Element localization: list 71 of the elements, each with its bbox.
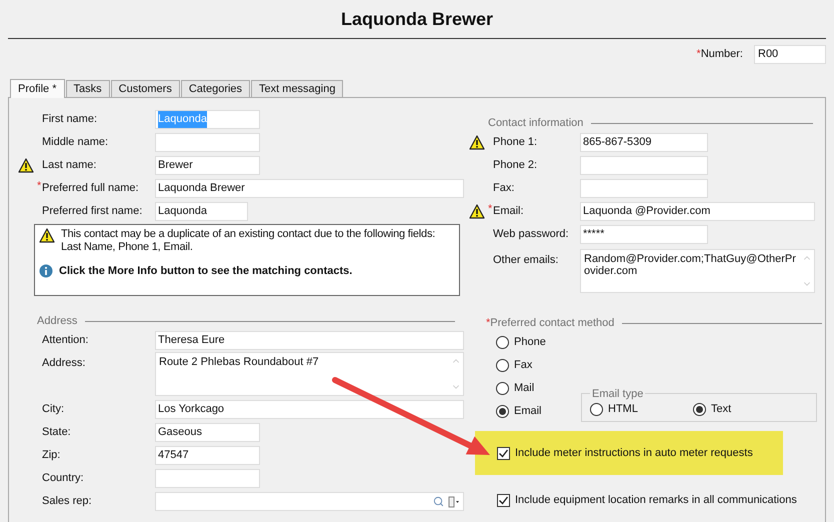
required-mark: * [488, 203, 492, 215]
text-field[interactable]: Laquonda [155, 202, 248, 221]
text-field[interactable]: R00 [754, 45, 826, 64]
checkbox-label: Include meter instructions in auto meter requests [515, 446, 753, 461]
search-icon[interactable] [433, 496, 444, 507]
text-field[interactable] [155, 133, 260, 152]
text-field[interactable]: Brewer [155, 156, 260, 175]
group-title: Email type [591, 386, 644, 402]
field-label: Web password: [493, 228, 569, 240]
text-field[interactable]: Theresa Eure [155, 331, 464, 350]
section-heading: Contact information [488, 116, 584, 131]
tab[interactable]: Categories [180, 80, 250, 97]
field-label: Phone 2: [493, 159, 538, 172]
checkbox-label: Include equipment location remarks in all communications [515, 492, 797, 508]
field-label: Preferred full name: [42, 182, 139, 194]
field-label: Sales rep: [42, 495, 92, 508]
radio-button[interactable] [496, 336, 509, 349]
text-field[interactable] [580, 179, 708, 198]
radio-label: Mail [514, 381, 534, 396]
radio-label: Text [710, 402, 732, 418]
radio-button[interactable] [496, 382, 509, 395]
info-icon [39, 264, 53, 278]
page-title: Laquonda Brewer [340, 8, 494, 31]
required-mark: * [486, 316, 490, 331]
field-label: Country: [42, 472, 84, 484]
required-mark: * [37, 180, 42, 192]
text-field[interactable]: 47547 [155, 446, 260, 465]
required-mark: * [696, 47, 701, 62]
section-heading: Preferred contact method [490, 316, 614, 331]
text-field[interactable]: ***** [580, 225, 708, 244]
text-field[interactable] [155, 469, 260, 488]
field-label: Preferred first name: [42, 205, 142, 218]
checkbox[interactable] [497, 494, 510, 506]
field-label: Attention: [42, 334, 88, 346]
radio-button[interactable] [692, 403, 706, 416]
text-field[interactable]: 865-867-5309 [580, 133, 708, 152]
text-field[interactable]: Laquonda @Provider.com [580, 202, 815, 221]
notice-hint: Click the More Info button to see the matching contacts. [59, 264, 352, 279]
tab[interactable]: Profile * [10, 79, 65, 98]
text-field[interactable]: Laquonda Brewer [155, 179, 464, 198]
radio-label: Phone [514, 335, 546, 350]
notice-text: This contact may be a duplicate of an existing contact due to the following fields: Last Name, Phone 1, Email. [61, 228, 436, 254]
tab[interactable]: Customers [110, 80, 180, 97]
lookup-field[interactable] [155, 492, 464, 511]
warning-icon [39, 228, 55, 243]
text-field[interactable]: Gaseous [155, 423, 260, 442]
field-label: Middle name: [42, 136, 108, 148]
field-label: Address: [42, 357, 86, 369]
field-label: City: [42, 403, 64, 416]
radio-button[interactable] [496, 359, 509, 372]
radio-label: Email [514, 404, 542, 420]
field-label: Email: [493, 205, 524, 218]
checkbox[interactable] [497, 446, 510, 460]
field-label: State: [42, 426, 71, 438]
field-label: Number: [700, 47, 743, 62]
radio-label: Fax [514, 358, 532, 374]
radio-button[interactable] [590, 403, 603, 416]
field-label: First name: [42, 113, 98, 126]
radio-button[interactable] [496, 405, 509, 418]
text-field[interactable] [580, 156, 708, 175]
field-label: Last name: [42, 159, 96, 172]
text-field[interactable]: Los Yorkcago [155, 400, 464, 419]
dropdown-icon[interactable] [448, 496, 460, 508]
section-heading: Address [37, 314, 78, 329]
tab[interactable]: Text messaging [251, 80, 344, 97]
field-label: Fax: [493, 182, 514, 194]
field-label: Zip: [42, 449, 60, 462]
radio-label: HTML [608, 402, 638, 418]
field-label: Phone 1: [493, 136, 538, 148]
tab[interactable]: Tasks [66, 80, 110, 97]
field-label: Other emails: [493, 254, 558, 266]
